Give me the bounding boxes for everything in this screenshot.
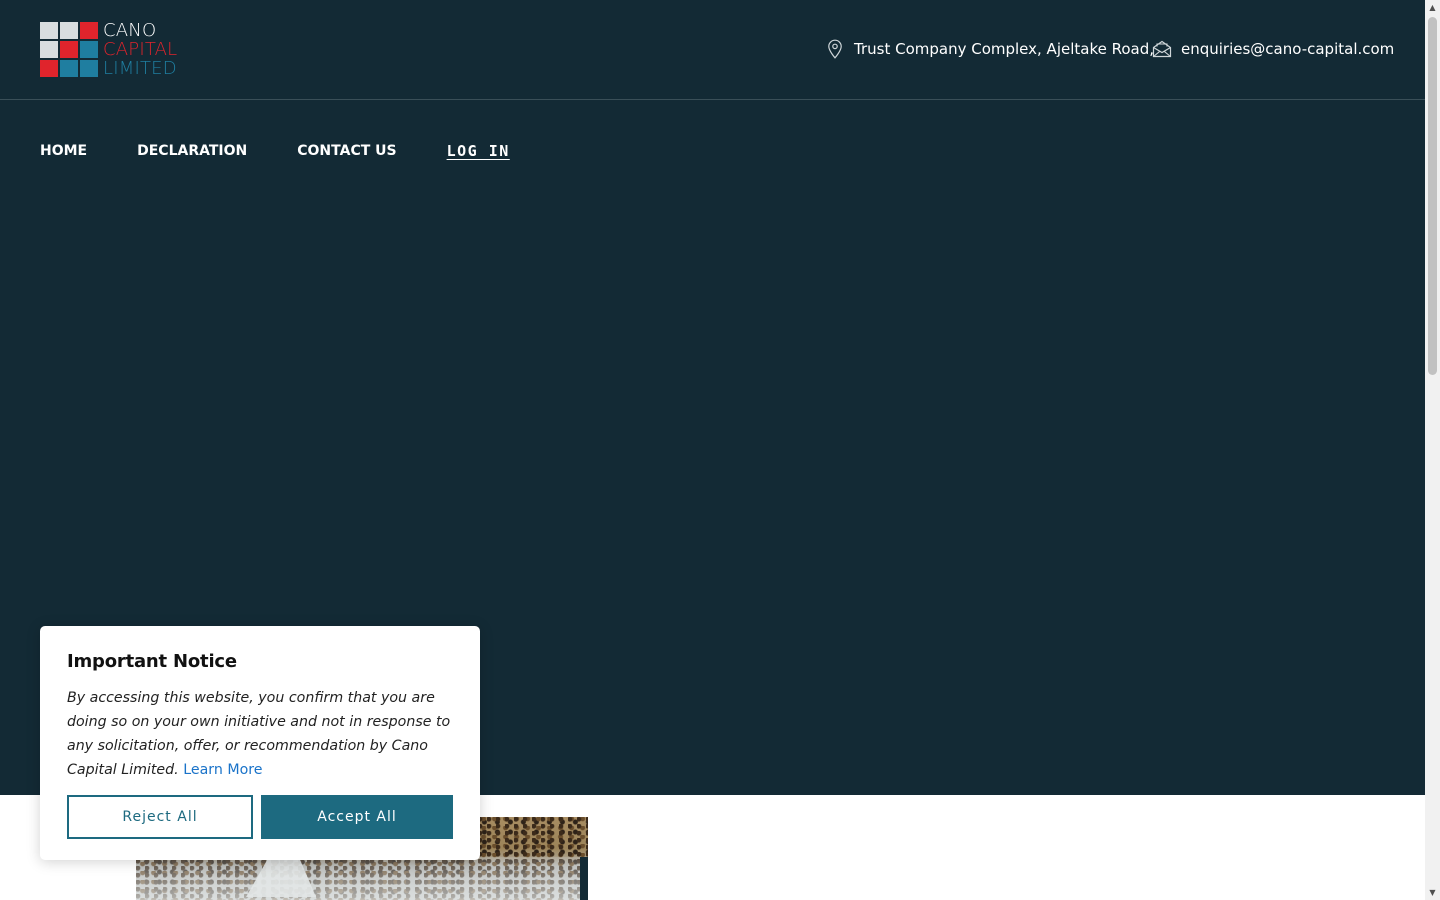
vertical-scrollbar[interactable]: ▲ ▼: [1425, 0, 1440, 900]
important-notice-dialog: Important Notice By accessing this websi…: [40, 626, 480, 860]
map-pin-icon: [825, 38, 845, 60]
nav-declaration[interactable]: DECLARATION: [137, 143, 247, 159]
logo-wordmark: CANO CAPITAL LIMITED: [103, 22, 177, 78]
notice-body: By accessing this website, you confirm t…: [67, 686, 453, 782]
header-email[interactable]: enquiries@cano-capital.com: [1152, 38, 1394, 60]
photo-shading: [136, 857, 588, 900]
photo-edge: [580, 857, 588, 900]
logo-line-3: LIMITED: [103, 58, 177, 79]
learn-more-link[interactable]: Learn More: [183, 762, 262, 778]
logo-mark-icon: [40, 22, 98, 78]
reject-all-button[interactable]: Reject All: [67, 795, 253, 839]
nav-log-in[interactable]: LOG IN: [447, 142, 510, 160]
scrollbar-thumb[interactable]: [1428, 17, 1437, 375]
scroll-up-arrow-icon[interactable]: ▲: [1425, 0, 1440, 15]
header-address: Trust Company Complex, Ajeltake Road,: [825, 38, 1154, 60]
nav-home[interactable]: HOME: [40, 143, 87, 159]
email-link[interactable]: enquiries@cano-capital.com: [1181, 40, 1394, 58]
notice-actions: Reject All Accept All: [67, 795, 453, 839]
nav-contact-us[interactable]: CONTACT US: [297, 143, 396, 159]
main-nav: HOME DECLARATION CONTACT US LOG IN: [40, 142, 560, 160]
page: CANO CAPITAL LIMITED Trust Company Compl…: [0, 0, 1425, 900]
accept-all-button[interactable]: Accept All: [261, 795, 453, 839]
logo-line-2: CAPITAL: [103, 39, 178, 60]
address-text: Trust Company Complex, Ajeltake Road,: [854, 40, 1155, 58]
scroll-down-arrow-icon[interactable]: ▼: [1425, 885, 1440, 900]
logo-line-1: CANO: [103, 20, 157, 41]
company-logo[interactable]: CANO CAPITAL LIMITED: [40, 22, 210, 78]
notice-title: Important Notice: [67, 651, 237, 672]
top-bar: CANO CAPITAL LIMITED Trust Company Compl…: [0, 0, 1425, 100]
envelope-open-icon: [1152, 38, 1172, 60]
